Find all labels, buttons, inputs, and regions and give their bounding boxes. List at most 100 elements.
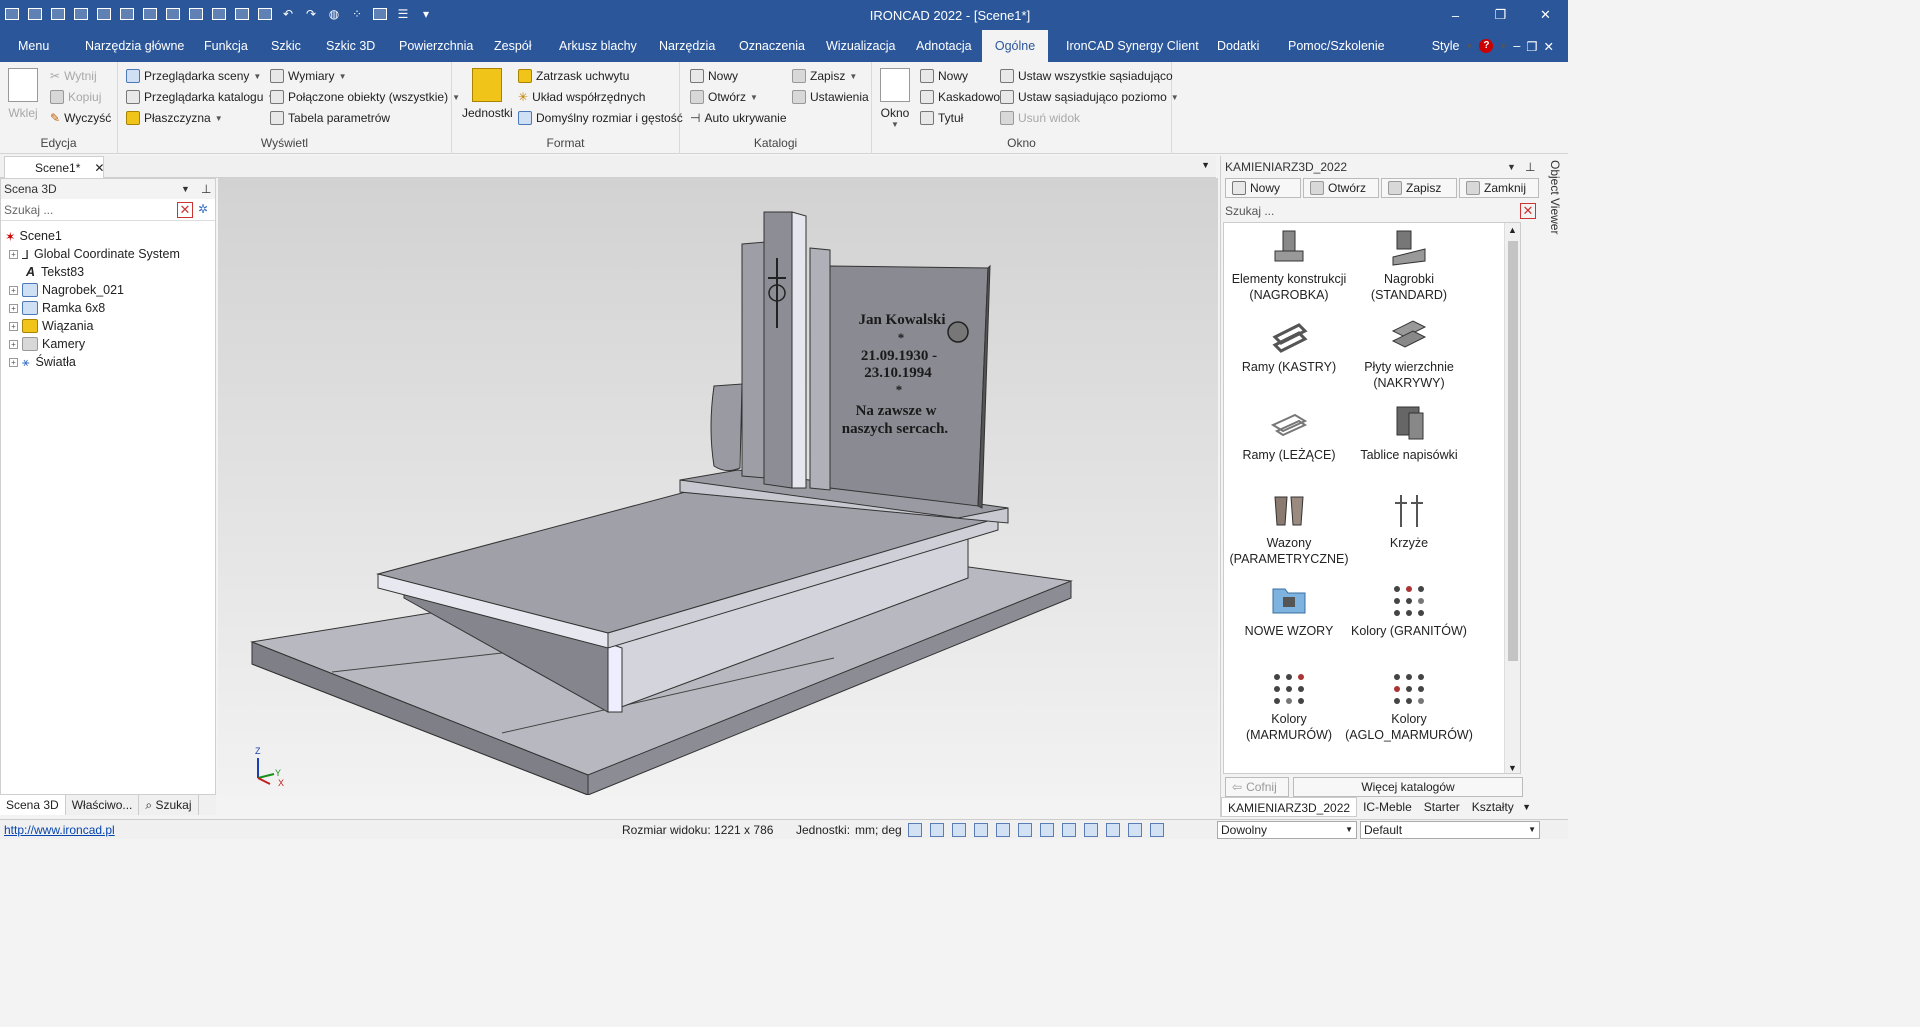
search-options-icon[interactable]: ✲ xyxy=(198,202,208,216)
tree-node-swiatla[interactable]: + ⚹ Światła xyxy=(1,353,215,371)
panel-dropdown-icon[interactable]: ▼ xyxy=(181,184,190,194)
parameter-table-button[interactable]: Tabela parametrów xyxy=(270,108,390,128)
tab-powierzchnia[interactable]: Powierzchnia xyxy=(391,30,481,62)
catalog-tab-starter[interactable]: Starter xyxy=(1418,797,1466,817)
orbit-icon[interactable] xyxy=(974,822,988,837)
scrollbar-thumb[interactable] xyxy=(1508,241,1518,661)
catalog-item-krzyze[interactable]: Krzyże xyxy=(1344,491,1474,551)
help-dropdown-icon[interactable]: ▼ xyxy=(1499,42,1507,51)
tab-menu[interactable]: Menu xyxy=(10,30,57,62)
shading-icon[interactable] xyxy=(1084,822,1098,837)
remove-view-button[interactable]: Usuń widok xyxy=(1000,108,1080,128)
auto-hide-button[interactable]: ⊣ Auto ukrywanie xyxy=(690,108,787,128)
catalog-tab-kamieniarz[interactable]: KAMIENIARZ3D_2022 xyxy=(1221,797,1358,817)
zoom-window-icon[interactable] xyxy=(930,822,944,837)
render-mode-icon[interactable] xyxy=(1062,822,1076,837)
headstone-model[interactable]: Jan Kowalski * 21.09.1930 - 23.10.1994 *… xyxy=(218,178,1218,795)
expand-icon[interactable]: + xyxy=(9,339,18,349)
selection-filter-select[interactable]: Dowolny ▼ xyxy=(1217,821,1357,839)
catalog-item-nowe-wzory[interactable]: NOWE WZORY xyxy=(1224,579,1354,639)
clear-catalog-search-icon[interactable]: ✕ xyxy=(1520,203,1536,219)
help-icon[interactable]: ? xyxy=(1479,39,1494,53)
pointer-filter-icon[interactable] xyxy=(1150,822,1164,837)
tab-zespol[interactable]: Zespół xyxy=(486,30,540,62)
tab-list-dropdown-icon[interactable]: ▼ xyxy=(1201,160,1210,170)
catalog-search-input[interactable]: Szukaj ... xyxy=(1225,204,1274,218)
catalog-new-button[interactable]: Nowy xyxy=(690,66,738,86)
catalog-item-tablice-napisowki[interactable]: Tablice napisówki xyxy=(1344,403,1474,463)
tab-dodatki[interactable]: Dodatki xyxy=(1209,30,1267,62)
catalog-tabs-dropdown-icon[interactable]: ▼ xyxy=(1522,802,1531,812)
tree-node-tekst83[interactable]: A Tekst83 xyxy=(1,263,215,281)
view-cube-icon[interactable] xyxy=(996,822,1010,837)
expand-icon[interactable]: + xyxy=(9,249,18,259)
tab-funkcja[interactable]: Funkcja xyxy=(196,30,256,62)
clear-button[interactable]: ✎ Wyczyść xyxy=(50,108,111,128)
catalog-item-wazony[interactable]: Wazony (PARAMETRYCZNE) xyxy=(1224,491,1354,567)
catalog-save-tool-button[interactable]: Zapisz xyxy=(1381,178,1457,198)
tab-pomoc-szkolenie[interactable]: Pomoc/Szkolenie xyxy=(1280,30,1393,62)
select-arrow-icon[interactable] xyxy=(1128,822,1142,837)
catalog-item-ramy-kastry[interactable]: Ramy (KASTRY) xyxy=(1224,315,1354,375)
catalog-open-button[interactable]: Otwórz ▼ xyxy=(690,87,758,107)
scroll-down-icon[interactable]: ▼ xyxy=(1508,763,1517,773)
object-viewer-tab[interactable]: Object Viewer xyxy=(1542,160,1562,260)
catalog-new-tool-button[interactable]: Nowy xyxy=(1225,178,1301,198)
paste-button[interactable]: Wklej xyxy=(8,68,38,120)
clear-search-icon[interactable]: ✕ xyxy=(177,202,193,218)
expand-icon[interactable]: + xyxy=(9,357,18,367)
copy-button[interactable]: Kopiuj xyxy=(50,87,101,107)
cascade-button[interactable]: Kaskadowo xyxy=(920,87,1000,107)
expand-icon[interactable]: + xyxy=(9,303,18,313)
catalog-close-tool-button[interactable]: Zamknij xyxy=(1459,178,1539,198)
tile-horizontal-button[interactable]: Ustaw sąsiadująco poziomo ▼ xyxy=(1000,87,1179,107)
tab-arkusz-blachy[interactable]: Arkusz blachy xyxy=(551,30,645,62)
camera-view-icon[interactable] xyxy=(1018,822,1032,837)
tab-szukaj[interactable]: ⌕ Szukaj xyxy=(139,795,199,815)
catalog-item-elementy-konstrukcji[interactable]: Elementy konstrukcji (NAGROBKA) xyxy=(1224,227,1354,303)
catalog-item-kolory-marmurow[interactable]: Kolory (MARMURÓW) xyxy=(1224,667,1354,743)
section-view-icon[interactable] xyxy=(1040,822,1054,837)
catalog-item-kolory-granitow[interactable]: Kolory (GRANITÓW) xyxy=(1344,579,1474,639)
catalog-save-button[interactable]: Zapisz ▼ xyxy=(792,66,857,86)
tab-ironcad-synergy-client[interactable]: IronCAD Synergy Client xyxy=(1058,30,1207,62)
catalog-item-ramy-lezace[interactable]: Ramy (LEŻĄCE) xyxy=(1224,403,1354,463)
units-button[interactable]: Jednostki xyxy=(462,68,513,120)
dimensions-button[interactable]: Wymiary ▼ xyxy=(270,66,346,86)
tab-wizualizacja[interactable]: Wizualizacja xyxy=(818,30,903,62)
tab-narzedzia-glowne[interactable]: Narzędzia główne xyxy=(77,30,192,62)
more-catalogs-button[interactable]: Więcej katalogów xyxy=(1293,777,1523,797)
restore-button[interactable]: ❐ xyxy=(1478,0,1523,30)
tab-narzedzia[interactable]: Narzędzia xyxy=(651,30,723,62)
coordinate-system-button[interactable]: ✳ Układ współrzędnych xyxy=(518,87,645,107)
cut-button[interactable]: ✂ Wytnij xyxy=(50,66,97,86)
close-button[interactable]: ✕ xyxy=(1523,0,1568,30)
catalog-item-kolory-aglo-marmurow[interactable]: Kolory (AGLO_MARMURÓW) xyxy=(1344,667,1474,743)
document-tab[interactable]: Scene1* ✕ xyxy=(4,156,104,178)
title-button[interactable]: Tytuł xyxy=(920,108,963,128)
tree-node-ramka-6x8[interactable]: + Ramka 6x8 xyxy=(1,299,215,317)
catalog-tab-ksztalty[interactable]: Kształty xyxy=(1466,797,1520,817)
pin-panel-icon[interactable]: ⊥ xyxy=(201,182,211,196)
handle-snap-button[interactable]: Zatrzask uchwytu xyxy=(518,66,629,86)
tab-oznaczenia[interactable]: Oznaczenia xyxy=(731,30,813,62)
catalog-settings-button[interactable]: Ustawienia xyxy=(792,87,869,107)
scene-browser-button[interactable]: Przeglądarka sceny ▼ xyxy=(126,66,261,86)
catalog-open-tool-button[interactable]: Otwórz xyxy=(1303,178,1379,198)
zoom-icon[interactable] xyxy=(908,822,922,837)
catalog-item-plyty-wierzchnie[interactable]: Płyty wierzchnie (NAKRYWY) xyxy=(1344,315,1474,391)
expand-icon[interactable]: + xyxy=(9,321,18,331)
ribbon-restore-icon[interactable]: ❐ xyxy=(1526,39,1537,54)
window-new-button[interactable]: Nowy xyxy=(920,66,968,86)
tab-ogolne[interactable]: Ogólne xyxy=(982,30,1048,62)
tree-node-kamery[interactable]: + Kamery xyxy=(1,335,215,353)
catalog-browser-button[interactable]: Przeglądarka katalogu▼ xyxy=(126,87,275,107)
plane-button[interactable]: Płaszczyzna ▼ xyxy=(126,108,223,128)
style-menu[interactable]: Style xyxy=(1432,39,1460,53)
tab-scena-3d[interactable]: Scena 3D xyxy=(0,795,66,815)
pan-icon[interactable] xyxy=(952,822,966,837)
minimize-button[interactable]: – xyxy=(1433,0,1478,30)
style-select[interactable]: Default ▼ xyxy=(1360,821,1540,839)
tree-node-scene1[interactable]: ✶ Scene1 xyxy=(1,227,215,245)
window-button[interactable]: Okno ▼ xyxy=(880,68,910,129)
